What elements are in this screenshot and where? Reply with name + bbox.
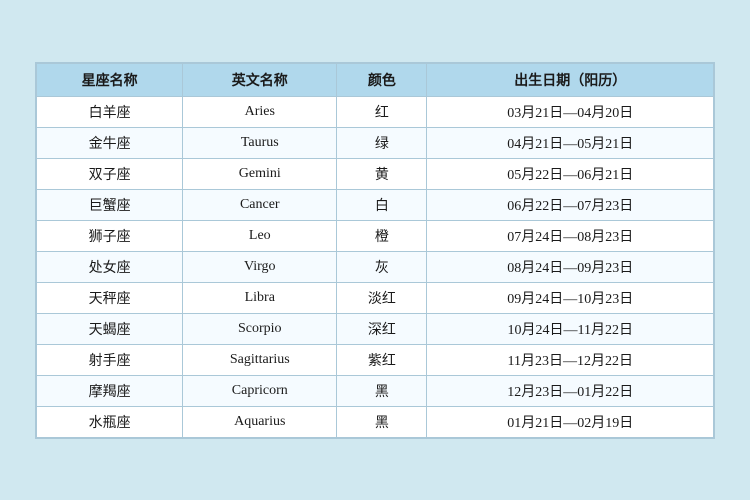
table-cell: Gemini [183, 158, 337, 189]
table-cell: 深红 [337, 313, 427, 344]
zodiac-table-container: 星座名称 英文名称 颜色 出生日期（阳历） 白羊座Aries红03月21日—04… [35, 62, 715, 439]
table-cell: Scorpio [183, 313, 337, 344]
table-cell: 白 [337, 189, 427, 220]
table-row: 射手座Sagittarius紫红11月23日—12月22日 [37, 344, 714, 375]
table-cell: 黑 [337, 375, 427, 406]
col-header-color: 颜色 [337, 63, 427, 96]
col-header-english-name: 英文名称 [183, 63, 337, 96]
table-cell: 红 [337, 96, 427, 127]
table-cell: 巨蟹座 [37, 189, 183, 220]
table-cell: 橙 [337, 220, 427, 251]
table-cell: 水瓶座 [37, 406, 183, 437]
table-cell: 03月21日—04月20日 [427, 96, 714, 127]
table-row: 水瓶座Aquarius黑01月21日—02月19日 [37, 406, 714, 437]
table-cell: 绿 [337, 127, 427, 158]
table-row: 天蝎座Scorpio深红10月24日—11月22日 [37, 313, 714, 344]
table-cell: 摩羯座 [37, 375, 183, 406]
table-cell: 紫红 [337, 344, 427, 375]
table-row: 巨蟹座Cancer白06月22日—07月23日 [37, 189, 714, 220]
zodiac-table: 星座名称 英文名称 颜色 出生日期（阳历） 白羊座Aries红03月21日—04… [36, 63, 714, 438]
table-cell: Taurus [183, 127, 337, 158]
table-cell: 04月21日—05月21日 [427, 127, 714, 158]
table-cell: Capricorn [183, 375, 337, 406]
table-cell: 11月23日—12月22日 [427, 344, 714, 375]
table-cell: 07月24日—08月23日 [427, 220, 714, 251]
table-cell: 01月21日—02月19日 [427, 406, 714, 437]
table-cell: 狮子座 [37, 220, 183, 251]
table-cell: 天蝎座 [37, 313, 183, 344]
table-cell: Leo [183, 220, 337, 251]
table-row: 狮子座Leo橙07月24日—08月23日 [37, 220, 714, 251]
table-row: 摩羯座Capricorn黑12月23日—01月22日 [37, 375, 714, 406]
table-cell: Aries [183, 96, 337, 127]
table-cell: 白羊座 [37, 96, 183, 127]
table-cell: 天秤座 [37, 282, 183, 313]
table-row: 金牛座Taurus绿04月21日—05月21日 [37, 127, 714, 158]
table-row: 处女座Virgo灰08月24日—09月23日 [37, 251, 714, 282]
table-cell: Aquarius [183, 406, 337, 437]
table-cell: 06月22日—07月23日 [427, 189, 714, 220]
table-header-row: 星座名称 英文名称 颜色 出生日期（阳历） [37, 63, 714, 96]
col-header-birthday: 出生日期（阳历） [427, 63, 714, 96]
table-cell: 05月22日—06月21日 [427, 158, 714, 189]
table-row: 白羊座Aries红03月21日—04月20日 [37, 96, 714, 127]
table-cell: 09月24日—10月23日 [427, 282, 714, 313]
table-cell: 10月24日—11月22日 [427, 313, 714, 344]
table-cell: Virgo [183, 251, 337, 282]
table-cell: 双子座 [37, 158, 183, 189]
table-cell: Sagittarius [183, 344, 337, 375]
table-cell: 灰 [337, 251, 427, 282]
table-cell: 处女座 [37, 251, 183, 282]
table-cell: 08月24日—09月23日 [427, 251, 714, 282]
table-cell: 射手座 [37, 344, 183, 375]
table-cell: 淡红 [337, 282, 427, 313]
table-cell: 黄 [337, 158, 427, 189]
table-cell: Cancer [183, 189, 337, 220]
table-cell: 黑 [337, 406, 427, 437]
table-row: 天秤座Libra淡红09月24日—10月23日 [37, 282, 714, 313]
col-header-chinese-name: 星座名称 [37, 63, 183, 96]
table-cell: 12月23日—01月22日 [427, 375, 714, 406]
table-cell: Libra [183, 282, 337, 313]
table-row: 双子座Gemini黄05月22日—06月21日 [37, 158, 714, 189]
table-cell: 金牛座 [37, 127, 183, 158]
